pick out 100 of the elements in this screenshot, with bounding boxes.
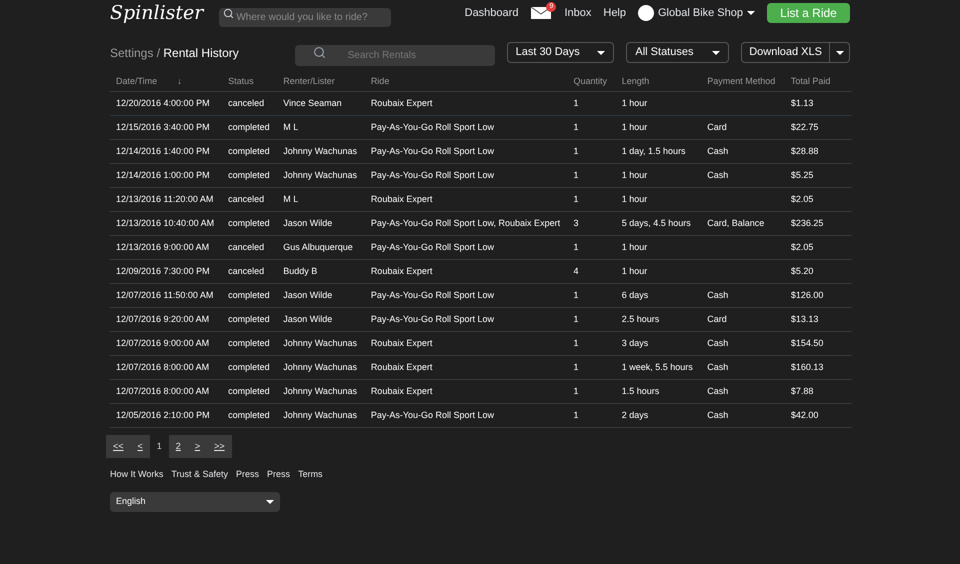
table-cell: canceled — [228, 194, 264, 204]
table-cell: Vince Seaman — [283, 98, 342, 108]
table-cell: 1 week, 5.5 hours — [622, 362, 693, 372]
caret-icon — [712, 50, 720, 54]
pagination-nav-button[interactable]: < — [130, 435, 150, 458]
table-cell: Johnny Wachunas — [283, 362, 357, 372]
table-cell: $28.88 — [790, 146, 818, 156]
column-header[interactable]: Payment Method — [707, 74, 776, 88]
column-header[interactable]: Status — [228, 74, 254, 88]
status-filter-dropdown[interactable]: All Statuses — [626, 42, 730, 63]
pagination-nav-button[interactable]: > — [188, 435, 208, 458]
table-cell: 1 — [573, 314, 578, 324]
table-cell: $5.25 — [790, 170, 814, 180]
table-cell: $13.13 — [790, 314, 818, 324]
table-cell: M L — [283, 122, 298, 132]
pagination-nav-button[interactable]: << — [106, 435, 131, 458]
table-cell: 12/07/2016 8:00:00 AM — [116, 362, 210, 372]
table-cell: completed — [228, 218, 270, 228]
table-cell: $126.00 — [790, 290, 824, 300]
column-header[interactable]: Date/Time — [116, 74, 158, 88]
table-cell: $154.50 — [790, 338, 824, 348]
footer-link[interactable]: How It Works — [110, 468, 164, 482]
caret-icon — [266, 500, 274, 504]
search-field[interactable]: Search Rentals — [294, 45, 495, 66]
table-cell: Johnny Wachunas — [283, 170, 357, 180]
pagination-nav-button[interactable]: >> — [207, 435, 232, 458]
column-header[interactable]: Renter/Lister — [283, 74, 335, 88]
download-options-button[interactable] — [830, 42, 850, 63]
table-cell: 12/09/2016 7:30:00 PM — [116, 266, 210, 276]
search-field[interactable]: Where would you like to ride? — [219, 8, 392, 26]
table-cell: Johnny Wachunas — [283, 410, 357, 420]
table-cell: completed — [228, 362, 270, 372]
account-name: Global Bike Shop — [658, 6, 743, 21]
account-menu[interactable]: Global Bike Shop — [638, 4, 755, 22]
table-cell: $160.13 — [790, 362, 824, 372]
table-cell: Pay-As-You-Go Roll Sport Low — [370, 146, 494, 156]
table-cell: canceled — [228, 98, 264, 108]
table-cell: completed — [228, 170, 270, 180]
table-cell: 5 days, 4.5 hours — [622, 218, 691, 228]
nav-link[interactable]: Help — [603, 4, 626, 22]
table-cell: completed — [228, 314, 270, 324]
table-cell: 2 days — [622, 410, 648, 420]
table-cell: 1 — [573, 410, 578, 420]
table-cell: 4 — [573, 266, 578, 276]
table-cell: 12/14/2016 1:40:00 PM — [116, 146, 210, 156]
table-cell: Johnny Wachunas — [283, 386, 357, 396]
table-cell: 12/13/2016 11:20:00 AM — [116, 194, 214, 204]
nav-link[interactable]: Inbox — [564, 4, 592, 22]
table-cell: Jason Wilde — [283, 314, 332, 324]
footer-link[interactable]: Press — [236, 468, 260, 482]
table-cell: 1 hour — [622, 170, 648, 180]
footer-link[interactable]: Trust & Safety — [171, 468, 228, 482]
page-button[interactable]: 2 — [168, 435, 188, 458]
table-cell: 1 — [573, 362, 578, 372]
table-cell: 1 — [573, 122, 578, 132]
table-cell: 1 hour — [622, 122, 648, 132]
table-cell: Pay-As-You-Go Roll Sport Low, Roubaix Expert — [370, 218, 560, 228]
table-cell: 1 hour — [622, 98, 648, 108]
table-cell: $42.00 — [790, 410, 818, 420]
table-cell: 2.5 hours — [622, 314, 660, 324]
language-select[interactable]: English — [110, 492, 280, 512]
breadcrumb-separator: / — [156, 46, 162, 60]
table-cell: completed — [228, 386, 270, 396]
sort-indicator: ↓ — [177, 74, 182, 88]
table-cell: 3 days — [622, 338, 648, 348]
table-cell: Roubaix Expert — [370, 98, 432, 108]
table-cell: Pay-As-You-Go Roll Sport Low — [370, 122, 494, 132]
breadcrumb-link[interactable]: Settings — [110, 46, 154, 60]
table-cell: Roubaix Expert — [370, 362, 432, 372]
table-cell: Cash — [707, 290, 728, 300]
download-button[interactable]: Download XLS — [741, 42, 830, 63]
table-cell: 12/13/2016 10:40:00 AM — [116, 218, 214, 228]
table-cell: 1 — [573, 194, 578, 204]
table-cell: $22.75 — [790, 122, 818, 132]
caret-icon — [836, 50, 844, 54]
table-cell: Cash — [707, 410, 728, 420]
caret-icon — [597, 50, 606, 54]
table-cell: 1 hour — [622, 266, 648, 276]
table-cell: canceled — [228, 242, 264, 252]
table-cell: $2.05 — [790, 242, 814, 252]
date-filter-dropdown[interactable]: Last 30 Days — [506, 42, 614, 63]
table-cell: Pay-As-You-Go Roll Sport Low — [370, 242, 494, 252]
column-header[interactable]: Quantity — [573, 74, 608, 88]
column-header[interactable]: Length — [622, 74, 650, 88]
footer-link[interactable]: Terms — [298, 468, 323, 482]
logo[interactable]: Spinlister — [110, 0, 204, 28]
table-cell: 12/05/2016 2:10:00 PM — [116, 410, 210, 420]
table-cell: Pay-As-You-Go Roll Sport Low — [370, 290, 494, 300]
table-cell: 12/07/2016 11:50:00 AM — [116, 290, 214, 300]
page-button[interactable]: 1 — [150, 435, 169, 458]
column-header[interactable]: Ride — [370, 74, 390, 88]
table-cell: 1 — [573, 146, 578, 156]
table-cell: Cash — [707, 386, 728, 396]
table-cell: Card — [707, 314, 727, 324]
table-cell: Gus Albuquerque — [283, 242, 353, 252]
table-cell: completed — [228, 122, 270, 132]
nav-link[interactable]: Dashboard — [464, 4, 518, 22]
footer-link[interactable]: Press — [267, 468, 290, 482]
column-header[interactable]: Total Paid — [790, 74, 830, 88]
table-cell: $236.25 — [790, 218, 824, 228]
